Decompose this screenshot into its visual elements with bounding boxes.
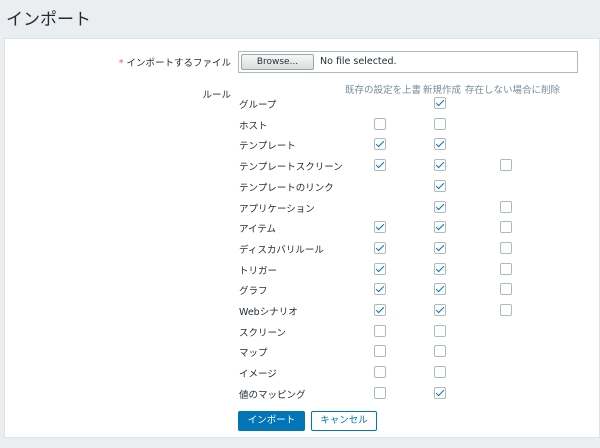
rule-row: アプリケーション [5, 198, 595, 218]
checkbox-create[interactable] [434, 241, 446, 254]
checkbox-delete[interactable] [500, 241, 512, 254]
rule-row: スクリーン [5, 322, 595, 342]
checkbox-create[interactable] [434, 345, 446, 358]
checkbox-create[interactable] [434, 386, 446, 399]
file-input[interactable]: Browse... No file selected. [238, 51, 578, 73]
checkbox-create[interactable] [434, 283, 446, 296]
import-button[interactable]: インポート [238, 411, 305, 431]
rule-row: テンプレートのリンク [5, 177, 595, 197]
page-header: インポート [0, 0, 600, 34]
rule-row: 値のマッピング [5, 384, 595, 404]
rule-name: マップ [239, 348, 268, 360]
checkbox-update[interactable] [374, 324, 386, 337]
rule-name: ホスト [239, 120, 268, 132]
checkbox-create[interactable] [434, 221, 446, 234]
checkbox-delete[interactable] [500, 200, 512, 213]
rule-name: Webシナリオ [239, 307, 298, 318]
file-status: No file selected. [320, 56, 397, 67]
checkbox-delete[interactable] [500, 159, 512, 172]
checkbox-delete[interactable] [500, 262, 512, 275]
rule-row: トリガー [5, 260, 595, 280]
rule-row: Webシナリオ [5, 301, 595, 321]
checkbox-update[interactable] [374, 386, 386, 399]
checkbox-delete[interactable] [500, 304, 512, 316]
rule-row: テンプレート [5, 135, 595, 155]
rule-name: イメージ [239, 369, 277, 381]
rule-row: マップ [5, 342, 595, 362]
rule-name: テンプレート [239, 141, 296, 153]
checkbox-create[interactable] [434, 97, 446, 109]
file-field-label: * インポートするファイル [119, 55, 231, 69]
rule-name: アイテム [239, 224, 277, 236]
checkbox-delete[interactable] [500, 283, 512, 296]
checkbox-update[interactable] [374, 117, 386, 130]
checkbox-delete[interactable] [500, 221, 512, 234]
checkbox-update[interactable] [374, 159, 386, 172]
checkbox-create[interactable] [434, 324, 446, 337]
checkbox-create[interactable] [434, 117, 446, 130]
page-title: インポート [6, 10, 91, 30]
rule-row: ディスカバリルール [5, 239, 595, 259]
cancel-button[interactable]: キャンセル [311, 411, 377, 431]
rule-row: テンプレートスクリーン [5, 156, 595, 176]
checkbox-create[interactable] [434, 366, 446, 379]
checkbox-update[interactable] [374, 262, 386, 275]
checkbox-update[interactable] [374, 221, 386, 234]
rule-name: トリガー [239, 265, 278, 277]
checkbox-create[interactable] [434, 262, 446, 275]
checkbox-create[interactable] [434, 179, 446, 192]
checkbox-create[interactable] [434, 200, 446, 213]
rule-row: アイテム [5, 218, 595, 238]
required-mark: * [118, 58, 124, 69]
checkbox-create[interactable] [434, 138, 446, 151]
checkbox-create[interactable] [434, 159, 446, 172]
checkbox-update[interactable] [374, 138, 386, 151]
rule-name: グラフ [239, 286, 268, 298]
file-field-label-text: インポートするファイル [126, 58, 231, 69]
checkbox-update[interactable] [374, 304, 386, 316]
rule-name: スクリーン [239, 327, 287, 339]
rule-row: ホスト [5, 115, 595, 135]
checkbox-update[interactable] [374, 241, 386, 254]
rule-name: アプリケーション [239, 203, 315, 215]
checkbox-update[interactable] [374, 366, 386, 379]
rule-name: テンプレートスクリーン [239, 162, 343, 174]
rule-name: グループ [239, 100, 277, 111]
checkbox-create[interactable] [434, 304, 446, 316]
rule-row: グループ [5, 94, 595, 114]
rule-row: イメージ [5, 363, 595, 383]
browse-button[interactable]: Browse... [241, 54, 314, 70]
rule-name: テンプレートのリンク [239, 182, 334, 194]
checkbox-update[interactable] [374, 345, 386, 358]
rule-name: ディスカバリルール [239, 244, 324, 256]
checkbox-update[interactable] [374, 283, 386, 296]
import-form: * インポートするファイル Browse... No file selected.… [4, 38, 600, 438]
rule-row: グラフ [5, 280, 595, 300]
rule-name: 値のマッピング [239, 389, 306, 401]
